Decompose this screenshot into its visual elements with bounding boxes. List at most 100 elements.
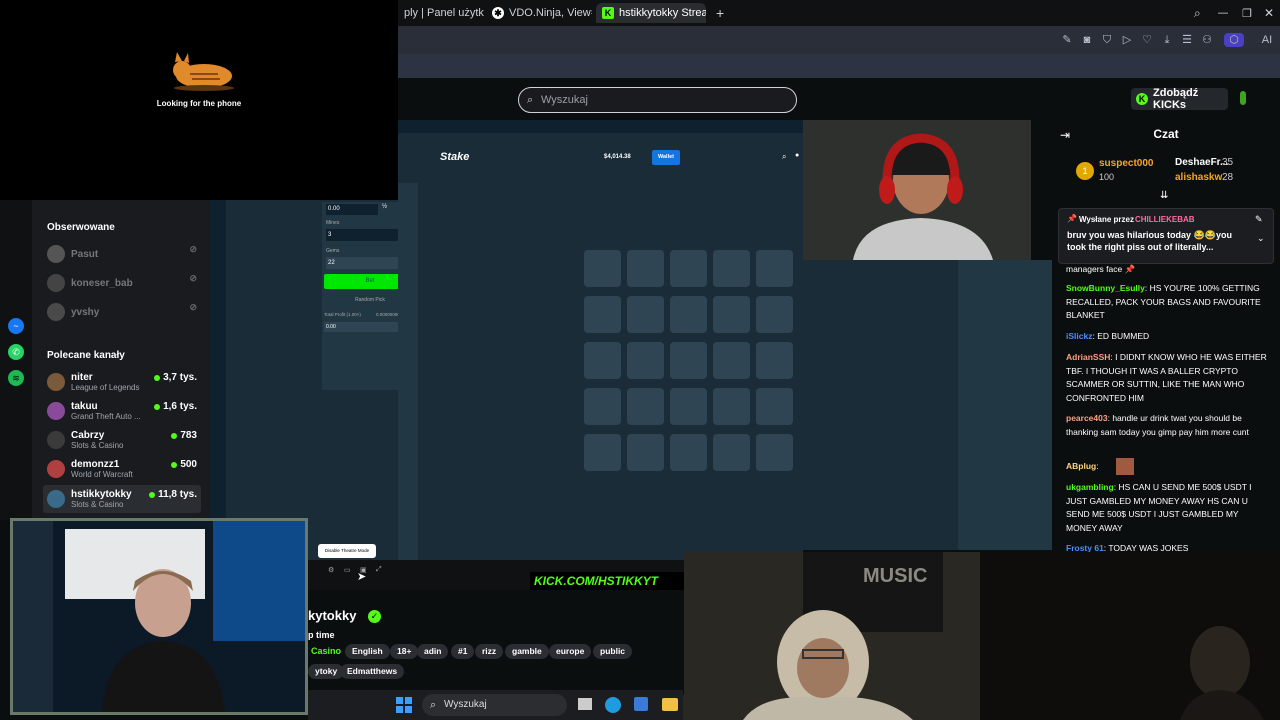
kick-banner: KICK.COM/HSTIKKYT (530, 572, 684, 590)
mines-tile[interactable] (756, 388, 793, 425)
mines-tile[interactable] (584, 296, 621, 333)
viewer-count: 3,7 tys. (154, 372, 197, 383)
whatsapp-icon[interactable]: ✆ (8, 344, 24, 360)
recommended-item[interactable]: niter League of Legends 3,7 tys. (47, 368, 197, 396)
camera-icon[interactable]: ◙ (1080, 33, 1094, 47)
stream-tag[interactable]: #1 (451, 644, 475, 659)
mines-tile[interactable] (584, 434, 621, 471)
mines-tile[interactable] (713, 388, 750, 425)
tab-label: VDO.Ninja, View=pHTdw (509, 7, 592, 19)
stream-tag[interactable]: europe (549, 644, 592, 659)
minimize-icon[interactable]: — (1212, 3, 1228, 23)
tab-vdo-ninja[interactable]: ✱ VDO.Ninja, View=pHTdw (486, 3, 592, 23)
stream-category[interactable]: Casino (311, 646, 341, 656)
theatre-mode-icon[interactable]: ▭ (344, 566, 351, 574)
file-explorer-icon[interactable] (662, 698, 678, 711)
recommended-item[interactable]: Cabrzy Slots & Casino 783 (47, 426, 197, 454)
close-icon[interactable]: ✕ (1258, 3, 1274, 23)
menu-icon[interactable]: ☰ (1180, 33, 1194, 47)
mines-tile[interactable] (584, 250, 621, 287)
shield-icon[interactable]: ⛉ (1100, 33, 1114, 47)
stream-tag[interactable]: Edmatthews (340, 664, 405, 679)
store-icon[interactable] (634, 697, 648, 711)
recommended-item-active[interactable]: hstikkytokky Slots & Casino 11,8 tys. (43, 485, 201, 513)
mines-tile[interactable] (584, 342, 621, 379)
maximize-icon[interactable]: ❐ (1236, 3, 1252, 23)
search-icon: ⌕ (527, 94, 534, 106)
ai-icon[interactable]: AI (1256, 33, 1278, 47)
mines-tile[interactable] (756, 296, 793, 333)
mines-tile[interactable] (627, 250, 664, 287)
stream-tag[interactable]: rizz (475, 644, 504, 659)
extension-icon[interactable]: ⬡ (1224, 33, 1244, 47)
channel-name: hstikkytokky (71, 489, 132, 500)
task-view-icon[interactable] (578, 698, 592, 710)
half-button[interactable]: ½ (382, 204, 387, 210)
expand-leaderboard-icon[interactable]: ⇊ (1160, 190, 1168, 201)
heart-icon[interactable]: ♡ (1140, 33, 1154, 47)
mines-tile[interactable] (713, 342, 750, 379)
profile-icon[interactable]: ⚇ (1200, 33, 1214, 47)
webcam-person-image (13, 521, 305, 712)
channel-name: yvshy (71, 306, 100, 318)
mines-tile[interactable] (756, 342, 793, 379)
mines-tile[interactable] (756, 434, 793, 471)
mines-tile[interactable] (713, 250, 750, 287)
spotify-icon[interactable]: ≋ (8, 370, 24, 386)
settings-icon[interactable]: ⚙ (328, 566, 334, 574)
chat-message: managers face 📌 (1066, 264, 1136, 274)
stake-search-icon[interactable]: ⌕ (782, 152, 786, 162)
mines-tile[interactable] (670, 388, 707, 425)
mines-tile[interactable] (627, 388, 664, 425)
mines-tile[interactable] (627, 342, 664, 379)
tab-panel[interactable]: ply | Panel użytkownika (398, 3, 484, 23)
windows-start-icon[interactable] (396, 697, 412, 713)
mines-tile[interactable] (584, 388, 621, 425)
mines-tile[interactable] (713, 434, 750, 471)
pinned-message[interactable]: 📌 Wysłane przez CHILLIEKEBAB ✎ ⌄ bruv yo… (1058, 208, 1274, 264)
stream-tag[interactable]: public (593, 644, 633, 659)
recommended-item[interactable]: demonzz1 World of Warcraft 500 (47, 455, 197, 483)
stake-user-icon[interactable]: ● (795, 152, 799, 159)
get-kicks-button[interactable]: K Zdobądź KICKs (1131, 87, 1228, 111)
download-icon[interactable]: ⤓ (1160, 33, 1174, 47)
messenger-icon[interactable]: ~ (8, 318, 24, 334)
chevron-down-icon[interactable]: ⌄ (1257, 233, 1265, 244)
play-icon[interactable]: ▷ (1120, 33, 1134, 47)
kick-bottle-icon[interactable] (1240, 91, 1246, 105)
stream-tag[interactable]: ytoky (308, 664, 345, 679)
channel-game: Slots & Casino (71, 500, 124, 509)
sidebar: ~ ✆ ≋ Obserwowane Pasut ⊘ koneser_bab ⊘ … (0, 200, 210, 520)
search-tabs-icon[interactable]: ⌕ (1188, 3, 1204, 23)
followed-item[interactable]: yvshy ⊘ (47, 298, 197, 326)
chat-message: Frosty 61: TODAY WAS JOKES (1066, 543, 1189, 552)
followed-item[interactable]: koneser_bab ⊘ (47, 269, 197, 297)
mines-tile[interactable] (713, 296, 750, 333)
taskbar-search[interactable]: ⌕ Wyszukaj (422, 694, 567, 716)
mines-tile[interactable] (756, 250, 793, 287)
stream-tag[interactable]: English (345, 644, 390, 659)
tab-kick-stream[interactable]: K hstikkytokky Stream - Wa (596, 3, 706, 23)
mines-tile[interactable] (670, 434, 707, 471)
mines-tile[interactable] (627, 296, 664, 333)
amount-input[interactable]: 0.00 (326, 204, 378, 215)
mines-tile[interactable] (670, 250, 707, 287)
edge-icon[interactable] (605, 697, 621, 713)
mines-tile[interactable] (670, 296, 707, 333)
stream-tag[interactable]: 18+ (390, 644, 419, 659)
recommended-item[interactable]: takuu Grand Theft Auto ... 1,6 tys. (47, 397, 197, 425)
mines-tile[interactable] (627, 434, 664, 471)
new-tab-button[interactable]: + (710, 3, 726, 23)
stream-tag[interactable]: adin (417, 644, 449, 659)
avatar (47, 431, 65, 449)
mines-tile[interactable] (670, 342, 707, 379)
stream-tag[interactable]: gamble (505, 644, 549, 659)
wallet-button[interactable]: Wallet (652, 150, 680, 165)
kick-header: ⌕ Wyszukaj K Zdobądź KICKs (398, 78, 1280, 120)
followed-item[interactable]: Pasut ⊘ (47, 240, 197, 268)
svg-text:MUSIC: MUSIC (863, 565, 927, 587)
fullscreen-icon[interactable]: ⤢ (376, 566, 382, 574)
unpin-icon[interactable]: ✎ (1255, 214, 1263, 225)
edit-icon[interactable]: ✎ (1060, 33, 1074, 47)
search-input[interactable]: ⌕ Wyszukaj (518, 87, 797, 113)
